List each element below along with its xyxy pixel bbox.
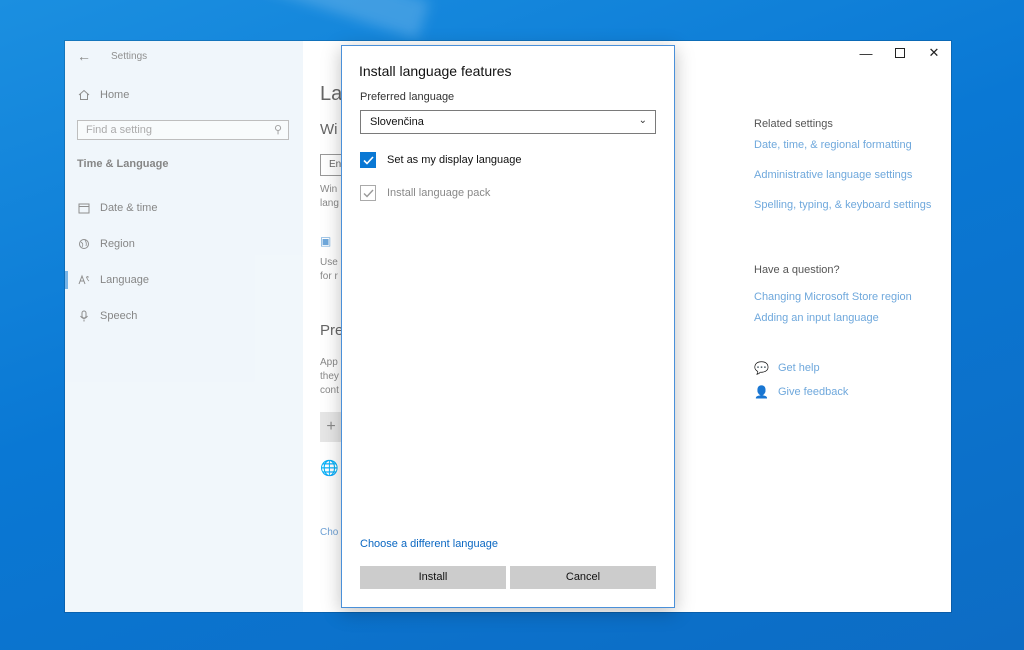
- chevron-down-icon: ⌄: [638, 115, 647, 126]
- back-arrow-icon[interactable]: ←: [77, 48, 95, 64]
- text-line: App: [320, 357, 338, 368]
- language-icon: [77, 273, 91, 287]
- preferred-language-label: Preferred language: [360, 91, 455, 103]
- chat-bubble-icon: 💬: [754, 361, 769, 375]
- text-line: they: [320, 371, 339, 382]
- text-line: lang: [320, 198, 339, 209]
- related-link-spelling[interactable]: Spelling, typing, & keyboard settings: [754, 198, 944, 213]
- minimize-button[interactable]: —: [849, 41, 883, 65]
- description-text: App they cont: [320, 356, 339, 398]
- display-language-label: Set as my display language: [387, 154, 522, 166]
- question-link-input-language[interactable]: Adding an input language: [754, 311, 879, 326]
- install-button[interactable]: Install: [360, 566, 506, 589]
- sidebar-item-label: Date & time: [100, 202, 158, 214]
- sidebar-item-date-time[interactable]: Date & time: [77, 201, 157, 215]
- globe-icon: [77, 237, 91, 251]
- store-icon: ▣: [320, 234, 332, 248]
- display-language-checkbox-row[interactable]: Set as my display language: [360, 152, 522, 168]
- description-text: Use for r: [320, 256, 338, 284]
- install-language-dialog: Install language features Preferred lang…: [341, 45, 675, 608]
- text-line: for r: [320, 271, 338, 282]
- app-title: Settings: [111, 50, 148, 62]
- display-language-checkbox[interactable]: [360, 152, 376, 168]
- maximize-icon: [895, 48, 905, 58]
- get-help-link[interactable]: 💬 Get help: [754, 361, 820, 375]
- language-dropdown[interactable]: En: [320, 154, 342, 176]
- search-input[interactable]: Find a setting: [77, 120, 289, 140]
- language-pack-checkbox-row: Install language pack: [360, 185, 490, 201]
- description-text: Win lang: [320, 183, 339, 211]
- choose-link[interactable]: Cho: [320, 527, 338, 538]
- home-icon: [77, 88, 91, 102]
- desktop-wallpaper-highlight: [170, 0, 430, 40]
- title-bar: ← Settings: [77, 46, 147, 66]
- language-pack-icon: 🌐: [320, 460, 339, 477]
- selected-language-value: Slovenčina: [370, 116, 424, 128]
- text-line: cont: [320, 385, 339, 396]
- question-link-store-region[interactable]: Changing Microsoft Store region: [754, 290, 912, 305]
- microphone-icon: [77, 309, 91, 323]
- give-feedback-link[interactable]: 👤 Give feedback: [754, 385, 848, 399]
- sidebar-item-label: Region: [100, 238, 135, 250]
- close-button[interactable]: ✕: [917, 41, 951, 65]
- feedback-icon: 👤: [754, 385, 769, 399]
- get-help-label: Get help: [778, 362, 820, 374]
- sidebar-item-home[interactable]: Home: [77, 88, 129, 102]
- search-icon[interactable]: ⚲: [274, 123, 282, 136]
- sidebar-item-label: Speech: [100, 310, 138, 322]
- preferred-language-select[interactable]: Slovenčina ⌄: [360, 110, 656, 134]
- sidebar-item-speech[interactable]: Speech: [77, 309, 137, 323]
- give-feedback-label: Give feedback: [778, 386, 849, 398]
- window-controls: — ✕: [849, 41, 951, 67]
- question-heading: Have a question?: [754, 264, 840, 276]
- text-line: Win: [320, 184, 338, 195]
- related-settings-heading: Related settings: [754, 118, 833, 130]
- sidebar-item-language[interactable]: Language: [77, 273, 149, 287]
- language-pack-label: Install language pack: [387, 187, 491, 199]
- calendar-icon: [77, 201, 91, 215]
- maximize-button[interactable]: [883, 41, 917, 65]
- section-heading: Wi: [320, 121, 338, 138]
- section-title: Time & Language: [77, 158, 169, 170]
- language-pack-checkbox: [360, 185, 376, 201]
- sidebar: ← Settings Home Find a setting ⚲ Time & …: [65, 41, 303, 612]
- checkmark-icon: [362, 155, 374, 165]
- add-language-button[interactable]: +: [320, 412, 342, 442]
- sidebar-item-region[interactable]: Region: [77, 237, 135, 251]
- selected-indicator: [65, 271, 68, 289]
- checkmark-icon: [363, 189, 374, 198]
- related-link-admin-language[interactable]: Administrative language settings: [754, 168, 912, 183]
- page-title: La: [320, 83, 343, 105]
- dialog-title: Install language features: [359, 63, 512, 79]
- choose-different-language-link[interactable]: Choose a different language: [360, 538, 498, 550]
- sidebar-item-label: Language: [100, 274, 149, 286]
- related-link-date-time[interactable]: Date, time, & regional formatting: [754, 138, 912, 153]
- cancel-button[interactable]: Cancel: [510, 566, 656, 589]
- text-line: Use: [320, 257, 338, 268]
- sidebar-item-label: Home: [100, 89, 130, 101]
- section-heading: Pre: [320, 322, 344, 339]
